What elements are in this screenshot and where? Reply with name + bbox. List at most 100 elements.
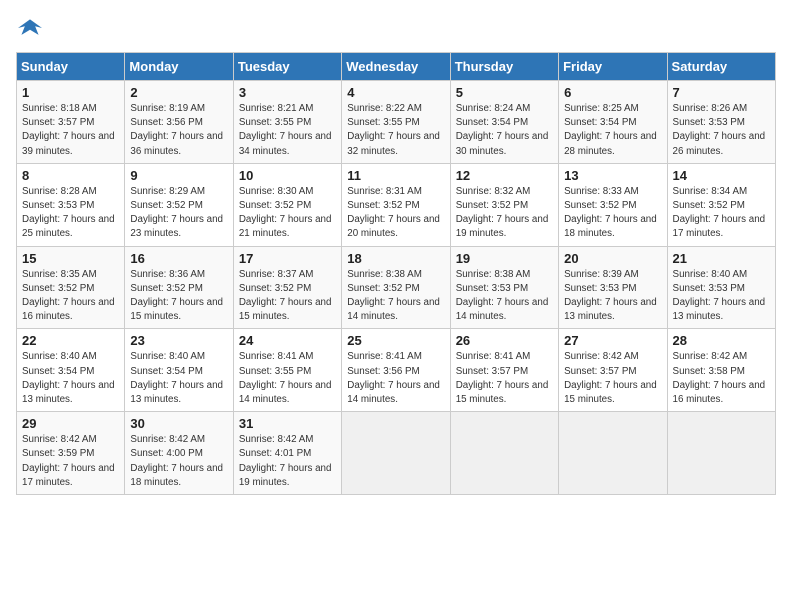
day-info: Sunrise: 8:19 AMSunset: 3:56 PMDaylight:… [130, 102, 227, 159]
day-number: 14 [673, 168, 770, 183]
day-info: Sunrise: 8:42 AMSunset: 3:58 PMDaylight:… [673, 350, 770, 407]
calendar-cell: 12 Sunrise: 8:32 AMSunset: 3:52 PMDayligh… [450, 163, 558, 246]
weekday-header-thursday: Thursday [450, 53, 558, 81]
day-number: 28 [673, 333, 770, 348]
calendar-cell: 5Sunrise: 8:24 AMSunset: 3:54 PMDaylight… [450, 81, 558, 164]
logo-bird-icon [18, 16, 42, 40]
calendar-cell: 21 Sunrise: 8:40 AMSunset: 3:53 PMDayligh… [667, 246, 775, 329]
calendar-cell: 29Sunrise: 8:42 AMSunset: 3:59 PMDayligh… [17, 412, 125, 495]
day-number: 19 [456, 251, 553, 266]
day-number: 10 [239, 168, 336, 183]
calendar-cell: 1Sunrise: 8:18 AMSunset: 3:57 PMDaylight… [17, 81, 125, 164]
calendar-cell: 10 Sunrise: 8:30 AMSunset: 3:52 PMDayligh… [233, 163, 341, 246]
day-info: Sunrise: 8:30 AMSunset: 3:52 PMDaylight:… [239, 185, 336, 242]
weekday-header-sunday: Sunday [17, 53, 125, 81]
calendar-cell: 30 Sunrise: 8:42 AMSunset: 4:00 PMDayligh… [125, 412, 233, 495]
calendar-cell [450, 412, 558, 495]
calendar-cell: 24 Sunrise: 8:41 AMSunset: 3:55 PMDayligh… [233, 329, 341, 412]
day-info: Sunrise: 8:37 AMSunset: 3:52 PMDaylight:… [239, 268, 336, 325]
calendar-cell: 20 Sunrise: 8:39 AMSunset: 3:53 PMDayligh… [559, 246, 667, 329]
day-number: 27 [564, 333, 661, 348]
day-number: 16 [130, 251, 227, 266]
calendar-cell: 11 Sunrise: 8:31 AMSunset: 3:52 PMDayligh… [342, 163, 450, 246]
day-number: 18 [347, 251, 444, 266]
day-number: 15 [22, 251, 119, 266]
day-number: 31 [239, 416, 336, 431]
calendar-cell: 17 Sunrise: 8:37 AMSunset: 3:52 PMDayligh… [233, 246, 341, 329]
day-info: Sunrise: 8:34 AMSunset: 3:52 PMDaylight:… [673, 185, 770, 242]
calendar-cell: 2 Sunrise: 8:19 AMSunset: 3:56 PMDaylight… [125, 81, 233, 164]
day-number: 7 [673, 85, 770, 100]
calendar-week-2: 8 Sunrise: 8:28 AMSunset: 3:53 PMDaylight… [17, 163, 776, 246]
day-number: 30 [130, 416, 227, 431]
day-info: Sunrise: 8:26 AMSunset: 3:53 PMDaylight:… [673, 102, 770, 159]
calendar-cell: 18Sunrise: 8:38 AMSunset: 3:52 PMDayligh… [342, 246, 450, 329]
calendar-cell: 3Sunrise: 8:21 AMSunset: 3:55 PMDaylight… [233, 81, 341, 164]
day-info: Sunrise: 8:21 AMSunset: 3:55 PMDaylight:… [239, 102, 336, 159]
day-info: Sunrise: 8:39 AMSunset: 3:53 PMDaylight:… [564, 268, 661, 325]
weekday-header-saturday: Saturday [667, 53, 775, 81]
calendar-cell: 26 Sunrise: 8:41 AMSunset: 3:57 PMDayligh… [450, 329, 558, 412]
day-number: 21 [673, 251, 770, 266]
day-info: Sunrise: 8:42 AMSunset: 3:59 PMDaylight:… [22, 433, 119, 490]
day-number: 26 [456, 333, 553, 348]
calendar-cell [667, 412, 775, 495]
calendar-table: SundayMondayTuesdayWednesdayThursdayFrid… [16, 52, 776, 495]
day-number: 1 [22, 85, 119, 100]
day-info: Sunrise: 8:42 AMSunset: 4:01 PMDaylight:… [239, 433, 336, 490]
day-number: 6 [564, 85, 661, 100]
calendar-cell: 22 Sunrise: 8:40 AMSunset: 3:54 PMDayligh… [17, 329, 125, 412]
calendar-cell: 4 Sunrise: 8:22 AMSunset: 3:55 PMDaylight… [342, 81, 450, 164]
day-info: Sunrise: 8:41 AMSunset: 3:56 PMDaylight:… [347, 350, 444, 407]
weekday-header-friday: Friday [559, 53, 667, 81]
day-info: Sunrise: 8:42 AMSunset: 3:57 PMDaylight:… [564, 350, 661, 407]
day-info: Sunrise: 8:24 AMSunset: 3:54 PMDaylight:… [456, 102, 553, 159]
day-info: Sunrise: 8:42 AMSunset: 4:00 PMDaylight:… [130, 433, 227, 490]
weekday-header-monday: Monday [125, 53, 233, 81]
day-info: Sunrise: 8:41 AMSunset: 3:55 PMDaylight:… [239, 350, 336, 407]
day-number: 17 [239, 251, 336, 266]
calendar-cell: 13Sunrise: 8:33 AMSunset: 3:52 PMDayligh… [559, 163, 667, 246]
day-number: 8 [22, 168, 119, 183]
calendar-cell: 8 Sunrise: 8:28 AMSunset: 3:53 PMDaylight… [17, 163, 125, 246]
day-number: 11 [347, 168, 444, 183]
calendar-week-3: 15Sunrise: 8:35 AMSunset: 3:52 PMDayligh… [17, 246, 776, 329]
calendar-cell: 16Sunrise: 8:36 AMSunset: 3:52 PMDayligh… [125, 246, 233, 329]
day-info: Sunrise: 8:40 AMSunset: 3:53 PMDaylight:… [673, 268, 770, 325]
day-number: 9 [130, 168, 227, 183]
day-info: Sunrise: 8:22 AMSunset: 3:55 PMDaylight:… [347, 102, 444, 159]
calendar-cell: 31 Sunrise: 8:42 AMSunset: 4:01 PMDayligh… [233, 412, 341, 495]
day-info: Sunrise: 8:25 AMSunset: 3:54 PMDaylight:… [564, 102, 661, 159]
day-number: 2 [130, 85, 227, 100]
day-number: 24 [239, 333, 336, 348]
day-number: 22 [22, 333, 119, 348]
page-header [16, 16, 776, 40]
weekday-header-row: SundayMondayTuesdayWednesdayThursdayFrid… [17, 53, 776, 81]
day-info: Sunrise: 8:40 AMSunset: 3:54 PMDaylight:… [22, 350, 119, 407]
calendar-cell: 9 Sunrise: 8:29 AMSunset: 3:52 PMDaylight… [125, 163, 233, 246]
calendar-cell [342, 412, 450, 495]
day-info: Sunrise: 8:40 AMSunset: 3:54 PMDaylight:… [130, 350, 227, 407]
day-info: Sunrise: 8:41 AMSunset: 3:57 PMDaylight:… [456, 350, 553, 407]
calendar-cell: 14 Sunrise: 8:34 AMSunset: 3:52 PMDayligh… [667, 163, 775, 246]
calendar-week-1: 1Sunrise: 8:18 AMSunset: 3:57 PMDaylight… [17, 81, 776, 164]
day-number: 20 [564, 251, 661, 266]
calendar-week-4: 22 Sunrise: 8:40 AMSunset: 3:54 PMDayligh… [17, 329, 776, 412]
day-info: Sunrise: 8:31 AMSunset: 3:52 PMDaylight:… [347, 185, 444, 242]
calendar-cell: 7 Sunrise: 8:26 AMSunset: 3:53 PMDaylight… [667, 81, 775, 164]
day-info: Sunrise: 8:33 AMSunset: 3:52 PMDaylight:… [564, 185, 661, 242]
calendar-cell: 15Sunrise: 8:35 AMSunset: 3:52 PMDayligh… [17, 246, 125, 329]
day-info: Sunrise: 8:28 AMSunset: 3:53 PMDaylight:… [22, 185, 119, 242]
day-info: Sunrise: 8:32 AMSunset: 3:52 PMDaylight:… [456, 185, 553, 242]
calendar-cell: 6 Sunrise: 8:25 AMSunset: 3:54 PMDaylight… [559, 81, 667, 164]
calendar-cell: 19 Sunrise: 8:38 AMSunset: 3:53 PMDayligh… [450, 246, 558, 329]
weekday-header-tuesday: Tuesday [233, 53, 341, 81]
day-number: 25 [347, 333, 444, 348]
day-info: Sunrise: 8:29 AMSunset: 3:52 PMDaylight:… [130, 185, 227, 242]
calendar-week-5: 29Sunrise: 8:42 AMSunset: 3:59 PMDayligh… [17, 412, 776, 495]
day-number: 12 [456, 168, 553, 183]
day-info: Sunrise: 8:38 AMSunset: 3:53 PMDaylight:… [456, 268, 553, 325]
day-number: 4 [347, 85, 444, 100]
day-number: 23 [130, 333, 227, 348]
calendar-cell: 27 Sunrise: 8:42 AMSunset: 3:57 PMDayligh… [559, 329, 667, 412]
